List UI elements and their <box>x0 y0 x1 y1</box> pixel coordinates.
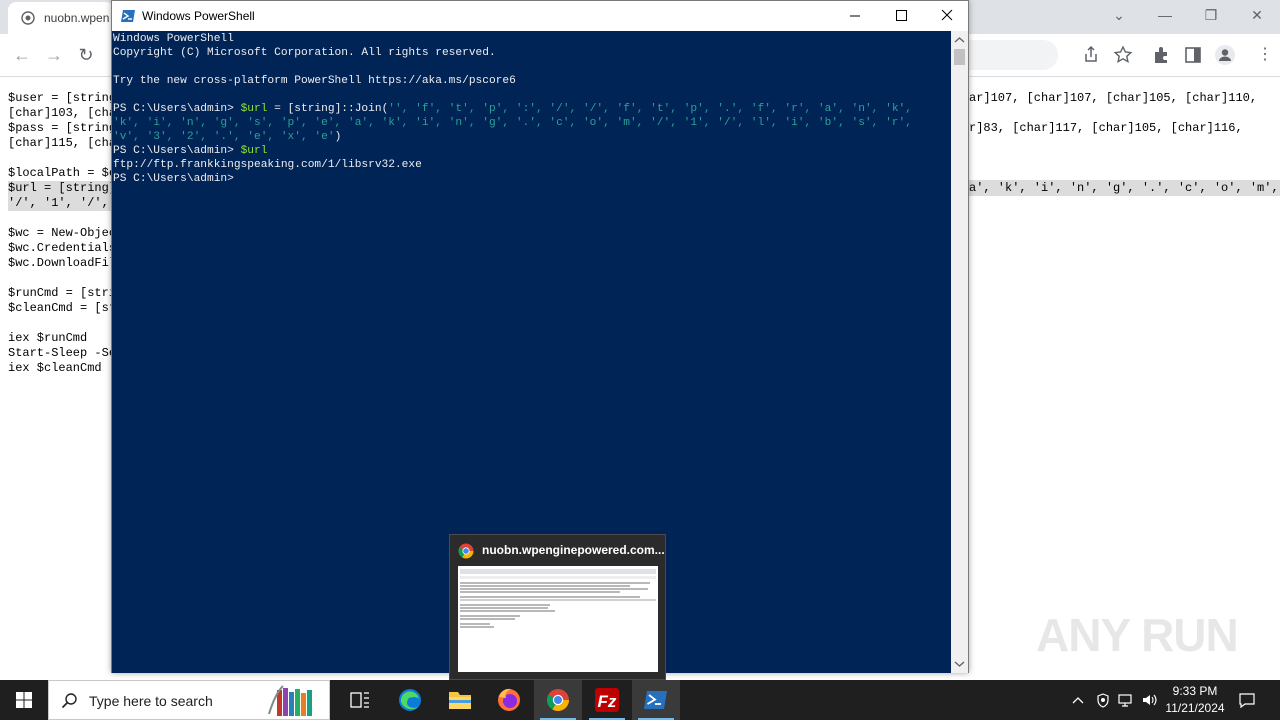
profile-avatar-icon[interactable] <box>1214 44 1236 66</box>
powershell-icon <box>644 691 667 709</box>
string-args: 'v', '3', '2', '.', 'e', 'x', 'e' <box>113 131 335 143</box>
side-panel-icon[interactable] <box>1182 44 1204 66</box>
preview-title: nuobn.wpenginepowered.com... <box>482 543 665 557</box>
chrome-icon <box>458 543 474 559</box>
star-icon[interactable] <box>1112 44 1134 66</box>
string-args: 'k', 'i', 'n', 'g', 's', 'p', 'e', 'a', … <box>113 117 912 129</box>
taskbar-filezilla[interactable]: Fz <box>583 680 631 720</box>
chrome-tab[interactable]: nuobn.wpen <box>8 2 114 34</box>
console-line: Windows PowerShell <box>113 33 234 45</box>
command-text: = [string]::Join( <box>267 103 389 115</box>
edge-icon <box>399 689 421 711</box>
console-line: 'v', '3', '2', '.', 'e', 'x', 'e') <box>113 130 341 144</box>
back-icon[interactable]: ← <box>11 44 33 66</box>
code-fragment: a', 'k', 'i', 'n', 'g', '.', 'c', 'o', '… <box>969 181 1279 195</box>
chevron-up-icon[interactable] <box>1070 692 1086 708</box>
address-bar[interactable] <box>968 40 1133 70</box>
books-illustration-icon <box>268 685 312 716</box>
start-button[interactable] <box>0 680 48 720</box>
reload-icon[interactable]: ↻ <box>75 44 97 66</box>
close-button[interactable] <box>924 1 970 31</box>
console-command-line: PS C:\Users\admin> $url <box>113 144 267 158</box>
code-line: $user = [string <box>8 91 117 105</box>
code-line: iex $cleanCmd <box>8 361 102 375</box>
title-bar[interactable]: Windows PowerShell <box>112 1 968 31</box>
filezilla-icon: Fz <box>595 688 619 712</box>
code-line: $wc.DownloadFil <box>8 256 117 270</box>
code-fragment: r]83, [char]117, [char]105, [char]116, <box>969 121 1243 135</box>
firefox-icon <box>498 688 520 711</box>
taskbar-file-explorer[interactable] <box>436 680 484 720</box>
taskbar-firefox[interactable] <box>485 680 533 720</box>
network-icon[interactable] <box>1117 692 1135 708</box>
code-line: $localPath = $e <box>8 166 117 180</box>
powershell-icon <box>121 10 135 22</box>
preview-thumbnail <box>458 566 658 672</box>
code-line: $cleanCmd = [st <box>8 301 117 315</box>
volume-icon[interactable] <box>1141 692 1159 708</box>
code-line: $pass = [string <box>8 121 117 135</box>
maximize-icon <box>896 10 907 21</box>
maximize-button[interactable] <box>878 1 924 31</box>
share-icon[interactable] <box>1080 44 1102 66</box>
chevron-down-icon[interactable]: ⌄ <box>1108 6 1130 24</box>
notifications-icon[interactable] <box>1238 691 1256 709</box>
code-line: [char]103, [cha <box>8 106 117 120</box>
console-command-line: PS C:\Users\admin> $url = [string]::Join… <box>113 102 912 116</box>
scroll-up-icon[interactable] <box>951 33 968 47</box>
taskbar-chrome[interactable] <box>534 680 582 720</box>
code-line: $wc.Credentials <box>8 241 117 255</box>
taskbar-search-box[interactable]: Type here to search <box>48 680 330 720</box>
extensions-icon[interactable] <box>1150 44 1172 66</box>
minimize-icon[interactable]: — <box>1154 6 1176 24</box>
scroll-down-icon[interactable] <box>951 657 968 671</box>
restore-icon[interactable]: ❐ <box>1200 6 1222 24</box>
svg-text:Fz: Fz <box>598 692 617 711</box>
code-line: '/', '1', '/', <box>8 196 111 211</box>
taskbar: Type here to search Fz 9:33 PM 11/21/202… <box>0 680 1280 720</box>
code-line: $wc = New-Objec <box>8 226 117 240</box>
window-title: Windows PowerShell <box>142 9 255 23</box>
chrome-icon <box>547 689 569 711</box>
console-line: Copyright (C) Microsoft Corporation. All… <box>113 47 496 59</box>
forward-icon[interactable]: → <box>43 44 65 66</box>
string-args: '', 'f', 't', 'p', ':', '/', '/', 'f', '… <box>388 103 912 115</box>
taskbar-powershell[interactable] <box>632 680 680 720</box>
taskbar-preview[interactable]: nuobn.wpenginepowered.com... <box>449 534 666 680</box>
security-icon[interactable] <box>1095 692 1111 708</box>
minimize-button[interactable] <box>832 1 878 31</box>
search-placeholder: Type here to search <box>89 693 213 709</box>
code-fragment: ar]107, [char]107, [char]105, [char]110, <box>969 91 1258 105</box>
variable: $url <box>240 145 268 157</box>
task-view-icon <box>350 692 369 708</box>
prompt: PS C:\Users\admin> <box>113 103 234 115</box>
command-text: ) <box>334 131 342 143</box>
code-line: iex $runCmd <box>8 331 88 345</box>
prompt: PS C:\Users\admin> <box>113 173 234 185</box>
clock-date[interactable]: 11/21/2024 <box>1160 701 1230 715</box>
scroll-thumb[interactable] <box>954 49 965 65</box>
code-line: $url = [string] <box>8 181 117 196</box>
close-icon <box>941 9 953 21</box>
menu-icon[interactable]: ⋮ <box>1254 44 1276 66</box>
chrome-tab-title: nuobn.wpen <box>44 11 110 25</box>
globe-icon <box>21 11 35 25</box>
console-output-line: ftp://ftp.frankkingspeaking.com/1/libsrv… <box>113 159 422 171</box>
windows-logo-icon <box>16 692 32 708</box>
code-line: [char]115, [cha <box>8 136 117 150</box>
watermark: ANY RUN <box>1036 609 1239 661</box>
prompt: PS C:\Users\admin> <box>113 145 234 157</box>
close-icon[interactable]: ✕ <box>1246 6 1268 24</box>
scrollbar[interactable] <box>951 31 968 673</box>
code-line: $runCmd = [stri <box>8 286 117 300</box>
variable: $url <box>240 103 268 115</box>
task-view-button[interactable] <box>336 680 384 720</box>
taskbar-edge[interactable] <box>386 680 434 720</box>
code-line: Start-Sleep -Se <box>8 346 117 360</box>
search-icon <box>61 693 77 709</box>
minimize-icon <box>850 15 860 17</box>
folder-icon <box>449 692 471 709</box>
console-line: Try the new cross-platform PowerShell ht… <box>113 75 516 87</box>
clock-time[interactable]: 9:33 PM <box>1167 684 1223 698</box>
